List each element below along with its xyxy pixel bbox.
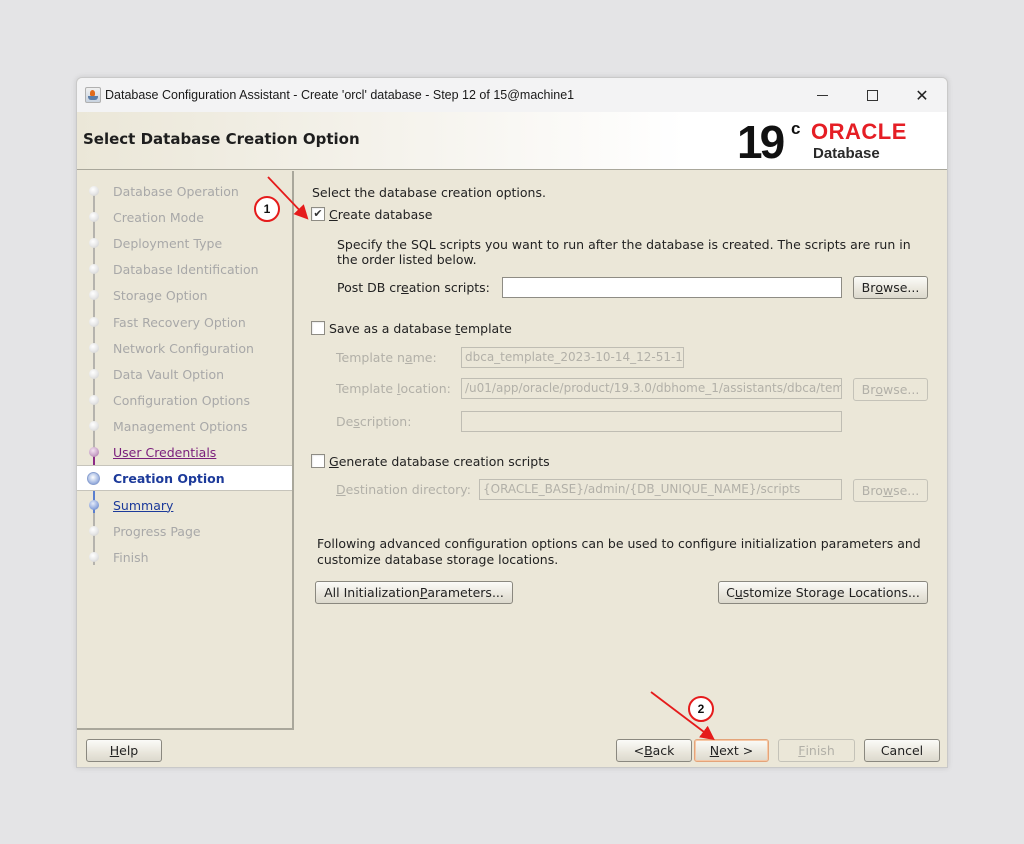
page-header: Select Database Creation Option 19 c ORA… [77,112,947,170]
finish-button[interactable]: Finish [778,739,855,762]
title-bar: Database Configuration Assistant - Creat… [77,78,947,112]
step-label: User Credentials [113,444,217,460]
advanced-options-line1: Following advanced configuration options… [317,536,921,551]
step-indicator-icon [89,238,99,248]
step-indicator-icon [89,500,99,510]
scripts-description-line1: Specify the SQL scripts you want to run … [337,237,911,252]
step-label: Data Vault Option [113,366,225,382]
template-description-input[interactable] [461,411,842,432]
step-indicator-icon [89,526,99,536]
sidebar-step-network-configuration: Network Configuration [77,336,292,360]
sidebar-step-data-vault-option: Data Vault Option [77,362,292,386]
destination-directory-label: Destination directory: [336,482,471,497]
template-browse-button[interactable]: Br o wse... [853,378,928,401]
step-indicator-icon [87,472,100,485]
sidebar-step-storage-option: Storage Option [77,283,292,307]
maximize-icon [866,89,878,101]
step-label: Configuration Options [113,392,250,408]
logo-brand: ORACLE [811,119,907,144]
scripts-browse-button[interactable]: Br o wse... [853,276,928,299]
step-indicator-icon [89,212,99,222]
sidebar-step-progress-page: Progress Page [77,519,292,543]
intro-text: Select the database creation options. [312,185,546,200]
help-button[interactable]: Help [86,739,162,762]
all-initialization-parameters-button[interactable]: All Initialization Parameters... [315,581,513,604]
customize-storage-locations-button[interactable]: Cu stomize Storage Locations... [718,581,928,604]
post-db-scripts-label: Post DB creation scripts: [337,280,490,295]
step-indicator-icon [89,421,99,431]
step-indicator-icon [89,317,99,327]
step-label: Management Options [113,418,248,434]
window-title: Database Configuration Assistant - Creat… [105,88,575,102]
minimize-icon [816,94,828,96]
sidebar-step-creation-option: Creation Option [77,465,292,491]
template-location-label: Template location: [336,381,451,396]
step-indicator-icon [89,552,99,562]
step-indicator-icon [89,447,99,457]
step-label: Network Configuration [113,340,254,356]
step-indicator-icon [89,264,99,274]
template-name-label: Template name: [336,350,437,365]
step-indicator-icon [89,343,99,353]
destination-browse-button[interactable]: Bro w se... [853,479,928,502]
sidebar-step-deployment-type: Deployment Type [77,231,292,255]
minimize-button[interactable] [797,78,847,112]
step-indicator-icon [89,369,99,379]
step-indicator-icon [89,395,99,405]
sidebar-step-database-identification: Database Identification [77,257,292,281]
sidebar-step-fast-recovery-option: Fast Recovery Option [77,310,292,334]
back-button[interactable]: < Back [616,739,692,762]
next-button[interactable]: Next > [694,739,769,762]
template-location-input[interactable]: /u01/app/oracle/product/19.3.0/dbhome_1/… [461,378,842,399]
sidebar-step-summary[interactable]: Summary [77,493,292,517]
main-content: Select the database creation options. ✔ … [296,171,947,730]
generate-scripts-checkbox[interactable] [311,454,325,468]
wizard-steps-sidebar: Database Operation Creation Mode Deploymen… [77,171,294,730]
sidebar-step-finish: Finish [77,545,292,569]
dbca-window: Database Configuration Assistant - Creat… [76,77,948,768]
step-label: Storage Option [113,287,208,303]
sidebar-step-user-credentials[interactable]: User Credentials [77,440,292,464]
destination-directory-input[interactable]: {ORACLE_BASE}/admin/{DB_UNIQUE_NAME}/scr… [479,479,842,500]
step-indicator-icon [89,290,99,300]
annotation-badge-2: 2 [688,696,714,722]
sidebar-step-configuration-options: Configuration Options [77,388,292,412]
step-label: Database Identification [113,261,259,277]
cancel-button[interactable]: Cancel [864,739,940,762]
step-label: Creation Mode [113,209,204,225]
oracle-19c-logo: 19 c ORACLE Database [737,117,937,167]
step-label: Finish [113,549,149,565]
annotation-badge-1: 1 [254,196,280,222]
window-controls: ✕ [797,78,947,112]
step-label: Fast Recovery Option [113,314,246,330]
step-label: Creation Option [113,470,225,486]
step-label: Deployment Type [113,235,223,251]
close-icon: ✕ [915,85,929,105]
step-indicator-icon [89,186,99,196]
post-db-scripts-input[interactable] [502,277,842,298]
close-button[interactable]: ✕ [897,78,947,112]
maximize-button[interactable] [847,78,897,112]
description-label: Description: [336,414,412,429]
step-label: Progress Page [113,523,201,539]
logo-version-suffix: c [791,119,801,138]
step-label: Database Operation [113,183,239,199]
logo-version: 19 [737,116,785,168]
logo-product: Database [813,145,880,162]
save-template-checkbox[interactable] [311,321,325,335]
sidebar-step-management-options: Management Options [77,414,292,438]
wizard-footer: Help < Back Next > Finish Cancel [77,730,947,767]
scripts-description-line2: the order listed below. [337,252,477,267]
template-name-input[interactable]: dbca_template_2023-10-14_12-51-1 [461,347,684,368]
java-app-icon [85,87,101,103]
checkmark-icon: ✔ [313,207,323,220]
step-label: Summary [113,497,174,513]
advanced-options-line2: customize database storage locations. [317,552,559,567]
save-template-label[interactable]: Save as a database template [329,321,512,337]
generate-scripts-label[interactable]: Generate database creation scripts [329,454,550,470]
create-database-checkbox[interactable]: ✔ [311,207,325,221]
create-database-label[interactable]: Create database [329,207,432,223]
page-title: Select Database Creation Option [83,130,360,148]
